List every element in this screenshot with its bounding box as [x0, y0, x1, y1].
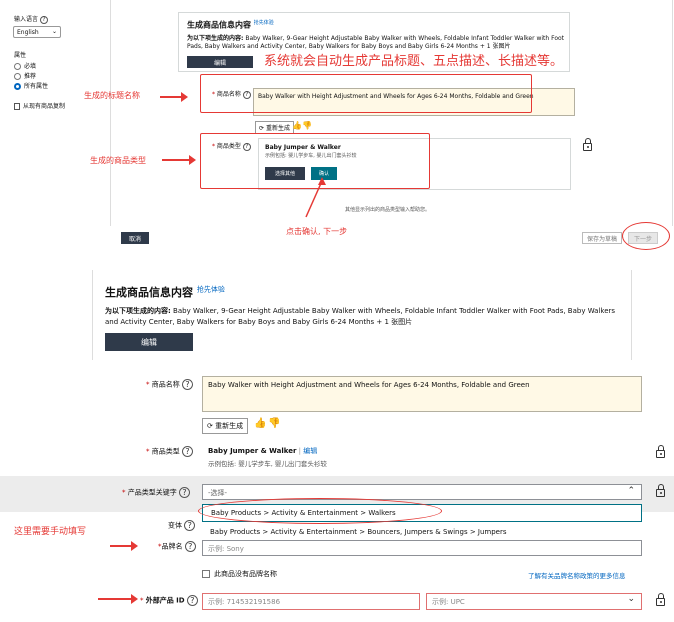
help-icon[interactable]: ?: [181, 379, 193, 390]
chevron-down-icon: ⌄: [51, 28, 57, 35]
brand-label: 品牌名: [161, 542, 183, 551]
radio-icon: [14, 73, 21, 80]
keyword-select[interactable]: -选择- ⌃: [202, 484, 642, 500]
beta-link[interactable]: 抢先体验: [254, 20, 274, 26]
product-type-label: 商品类型: [151, 447, 180, 456]
arrow-click: [305, 177, 326, 218]
product-name-input[interactable]: Baby Walker with Height Adjustment and W…: [202, 376, 642, 412]
regenerate-button[interactable]: ⟳ 重新生成: [202, 418, 249, 434]
input-language-label: 输入语言: [14, 16, 39, 23]
keyword-label: 产品类型关键字: [127, 488, 177, 497]
generate-prefix: 为以下项生成的内容:: [105, 307, 171, 315]
external-id-label: 外部产品 ID: [145, 596, 185, 605]
variant-label: 变体: [168, 521, 182, 530]
radio-icon: [14, 63, 21, 70]
arrow-title: [160, 92, 188, 102]
refresh-icon: ⟳: [259, 125, 265, 132]
type-title: Baby Jumper & Walker: [208, 447, 297, 455]
help-icon[interactable]: ?: [39, 15, 48, 24]
highlight-keyword-option: [198, 498, 442, 524]
thumbs-down-icon[interactable]: 👎: [302, 121, 312, 130]
refresh-icon: ⟳: [207, 422, 213, 430]
top-screenshot: 输入语言 ? English ⌄ 属性 必填 推荐 所有属性 从现有商品复制 生…: [0, 0, 674, 252]
arrow-manual: [110, 541, 138, 551]
cancel-button[interactable]: 取消: [121, 232, 149, 244]
type-annotation: 生成的商品类型: [90, 156, 146, 165]
checkbox-icon: [202, 570, 210, 578]
brand-input[interactable]: 示例: Sony: [202, 540, 642, 556]
thumbs-down-icon[interactable]: 👎: [268, 418, 280, 429]
no-brand-checkbox[interactable]: 此商品没有品牌名称: [202, 569, 277, 579]
arrow-type: [162, 155, 196, 165]
help-icon[interactable]: ?: [181, 446, 193, 457]
thumbs-up-icon[interactable]: 👍: [254, 418, 266, 429]
edit-button[interactable]: 编辑: [105, 333, 193, 351]
brand-policy-link[interactable]: 了解有关品牌名称政策的更多信息: [528, 570, 626, 580]
external-id-input[interactable]: 示例: 714532191586: [202, 593, 420, 610]
generate-text: Baby Walker, 9-Gear Height Adjustable Ba…: [187, 35, 565, 50]
helper-text: 其他显示列出的商品类型输入帮助您。: [345, 207, 431, 213]
thumbs-up-icon[interactable]: 👍: [292, 121, 302, 130]
manual-annotation: 这里需要手动填写: [14, 527, 87, 537]
attributes-label: 属性: [14, 52, 27, 59]
help-icon[interactable]: ?: [184, 541, 196, 552]
generate-title: 生成商品信息内容: [105, 286, 193, 299]
generate-prefix: 为以下项生成的内容:: [187, 35, 244, 42]
help-icon[interactable]: ?: [186, 595, 198, 606]
lock-icon: [656, 593, 665, 606]
language-select[interactable]: English ⌄: [13, 26, 61, 38]
arrow-external-id: [98, 594, 138, 604]
save-draft-button[interactable]: 保存为草稿: [582, 232, 622, 244]
help-icon[interactable]: ?: [178, 487, 190, 498]
title-annotation: 生成的标题名称: [84, 91, 140, 100]
product-name-label: 商品名称: [151, 380, 180, 389]
radio-selected-icon: [14, 83, 21, 90]
click-annotation: 点击确认, 下一步: [286, 227, 348, 236]
bottom-screenshot: 生成商品信息内容 抢先体验 为以下项生成的内容: Baby Walker, 9-…: [0, 258, 674, 622]
generate-title: 生成商品信息内容: [187, 20, 251, 30]
copy-existing-link[interactable]: 从现有商品复制: [14, 101, 65, 110]
radio-recommended[interactable]: 推荐: [14, 71, 36, 80]
type-examples: 示例包括: 婴儿学步车, 婴儿出门套头衫较: [208, 460, 327, 468]
lock-icon: [656, 484, 665, 497]
id-type-select[interactable]: 示例: UPC ⌄: [426, 593, 642, 610]
sidebar: 输入语言 ? English ⌄ 属性 必填 推荐 所有属性 从现有商品复制: [0, 0, 100, 252]
banner-annotation: 系统就会自动生成产品标题、五点描述、长描述等。: [264, 54, 564, 69]
beta-link[interactable]: 抢先体验: [197, 285, 225, 293]
radio-all[interactable]: 所有属性: [14, 81, 48, 90]
bottom-generate-card: 生成商品信息内容 抢先体验 为以下项生成的内容: Baby Walker, 9-…: [92, 270, 632, 360]
copy-icon: [14, 103, 20, 110]
lock-icon: [656, 445, 665, 458]
lock-icon: [583, 138, 592, 151]
highlight-next: [622, 222, 670, 250]
type-edit-link[interactable]: 编辑: [303, 447, 317, 455]
generate-text: Baby Walker, 9-Gear Height Adjustable Ba…: [105, 307, 616, 326]
chevron-up-icon: ⌃: [627, 486, 635, 496]
chevron-down-icon: ⌄: [627, 594, 635, 604]
edit-button[interactable]: 编辑: [187, 56, 253, 68]
radio-required[interactable]: 必填: [14, 61, 36, 70]
help-icon[interactable]: ?: [184, 520, 196, 531]
highlight-title: [200, 74, 532, 113]
